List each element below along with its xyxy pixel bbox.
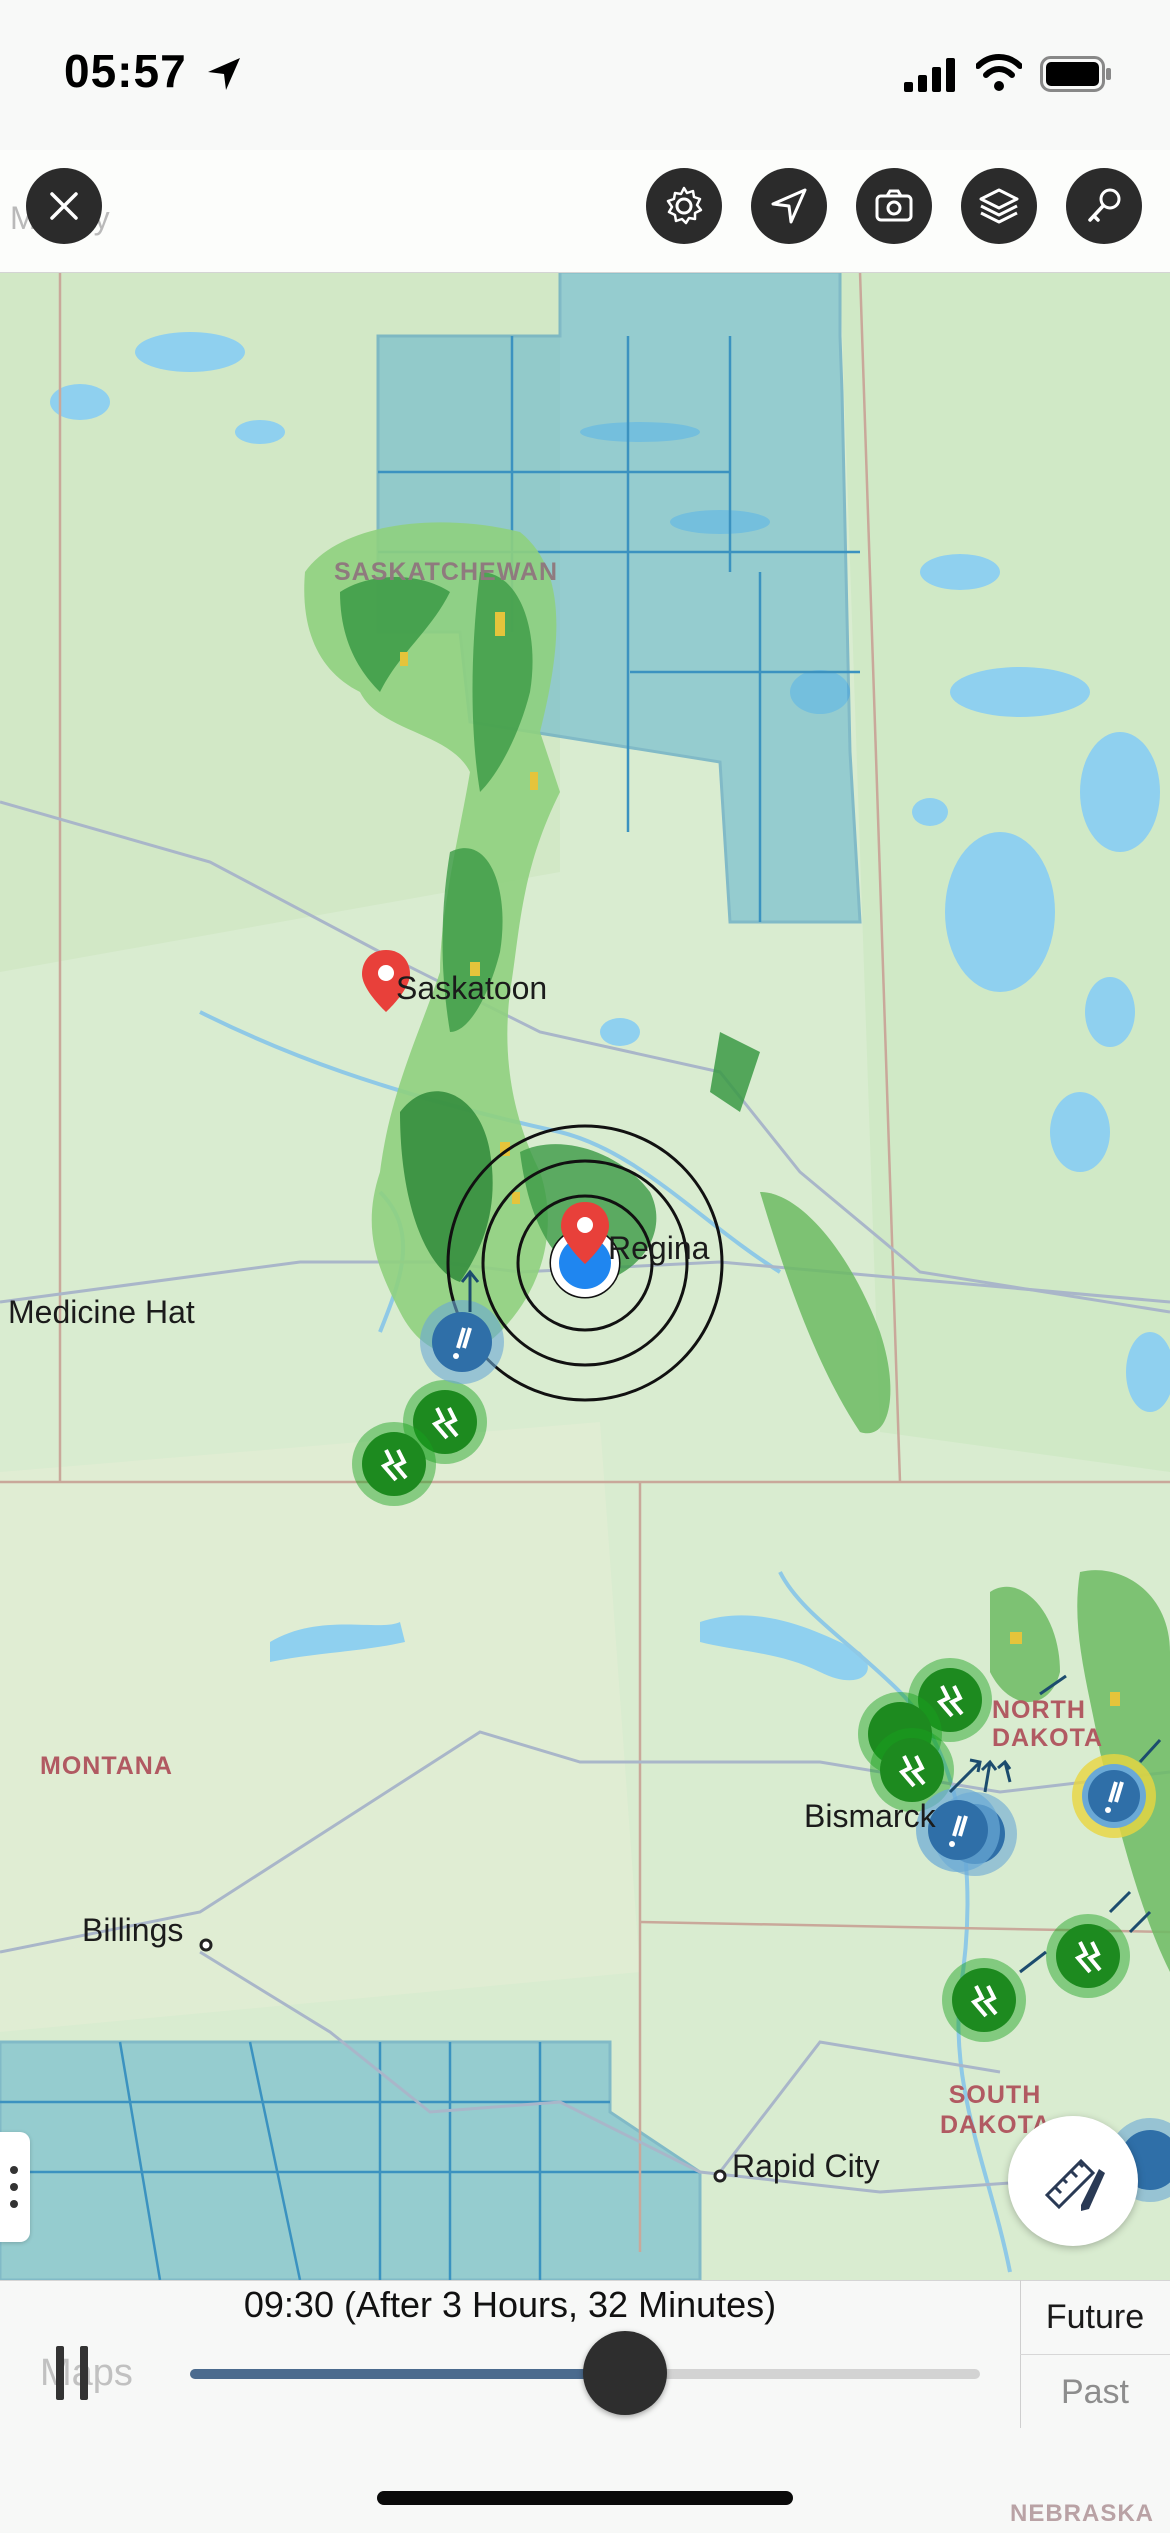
layers-button[interactable] xyxy=(961,168,1037,244)
region-label-saskatchewan: SASKATCHEWAN xyxy=(334,558,559,586)
battery-icon xyxy=(1040,56,1111,92)
measure-draw-button[interactable] xyxy=(1008,2116,1138,2246)
settings-button[interactable] xyxy=(646,168,722,244)
home-indicator[interactable] xyxy=(377,2491,793,2505)
gear-icon xyxy=(666,186,703,225)
weather-map[interactable]: SASKATCHEWAN Saskatoon Regina Medicine H… xyxy=(0,272,1170,2280)
pause-icon xyxy=(56,2346,64,2400)
signal-bars-icon xyxy=(904,58,955,92)
city-label-rapid-city: Rapid City xyxy=(732,2148,880,2184)
ruler-pencil-icon xyxy=(1044,2158,1105,2211)
lightning-marker-icon[interactable] xyxy=(1046,1914,1130,1998)
timeline-slider-fill xyxy=(190,2369,625,2379)
city-label-bismarck: Bismarck xyxy=(804,1798,936,1834)
location-arrow-icon xyxy=(208,58,240,90)
camera-icon xyxy=(875,189,913,222)
key-icon xyxy=(1088,188,1121,222)
lightning-marker-icon[interactable] xyxy=(942,1958,1026,2042)
wifi-icon xyxy=(976,54,1022,91)
side-drawer-handle[interactable] xyxy=(0,2132,30,2242)
warning-area-south xyxy=(0,2040,702,2280)
lightning-marker-icon[interactable] xyxy=(352,1422,436,1506)
city-label-billings: Billings xyxy=(82,1912,184,1948)
region-label-north-dakota: NORTH DAKOTA xyxy=(992,1696,1104,1752)
timeline-caption: 09:30 (After 3 Hours, 32 Minutes) xyxy=(243,2284,777,2325)
status-time: 05:57 xyxy=(64,45,187,97)
city-label-saskatoon: Saskatoon xyxy=(396,970,548,1006)
navigation-arrow-icon xyxy=(771,188,807,224)
storm-alert-marker-icon[interactable] xyxy=(420,1300,504,1384)
map-canvas xyxy=(0,272,1170,2280)
timeline-slider-thumb[interactable] xyxy=(583,2331,667,2415)
city-label-regina: Regina xyxy=(608,1230,710,1266)
region-label-nebraska: NEBRASKA xyxy=(1010,2500,1155,2527)
city-label-medicine-hat: Medicine Hat xyxy=(8,1294,195,1330)
key-button[interactable] xyxy=(1066,168,1142,244)
future-button[interactable]: Future xyxy=(1020,2280,1170,2355)
layers-icon xyxy=(979,188,1019,224)
camera-button[interactable] xyxy=(856,168,932,244)
navigation-button[interactable] xyxy=(751,168,827,244)
past-button[interactable]: Past xyxy=(1020,2355,1170,2429)
storm-alert-marker-icon[interactable] xyxy=(1072,1754,1156,1838)
more-dots-icon xyxy=(10,2166,18,2208)
close-button[interactable] xyxy=(26,168,102,244)
close-icon xyxy=(50,192,78,220)
region-label-montana: MONTANA xyxy=(40,1752,173,1780)
pause-icon-bar xyxy=(80,2346,88,2400)
pause-button[interactable] xyxy=(52,2346,96,2400)
